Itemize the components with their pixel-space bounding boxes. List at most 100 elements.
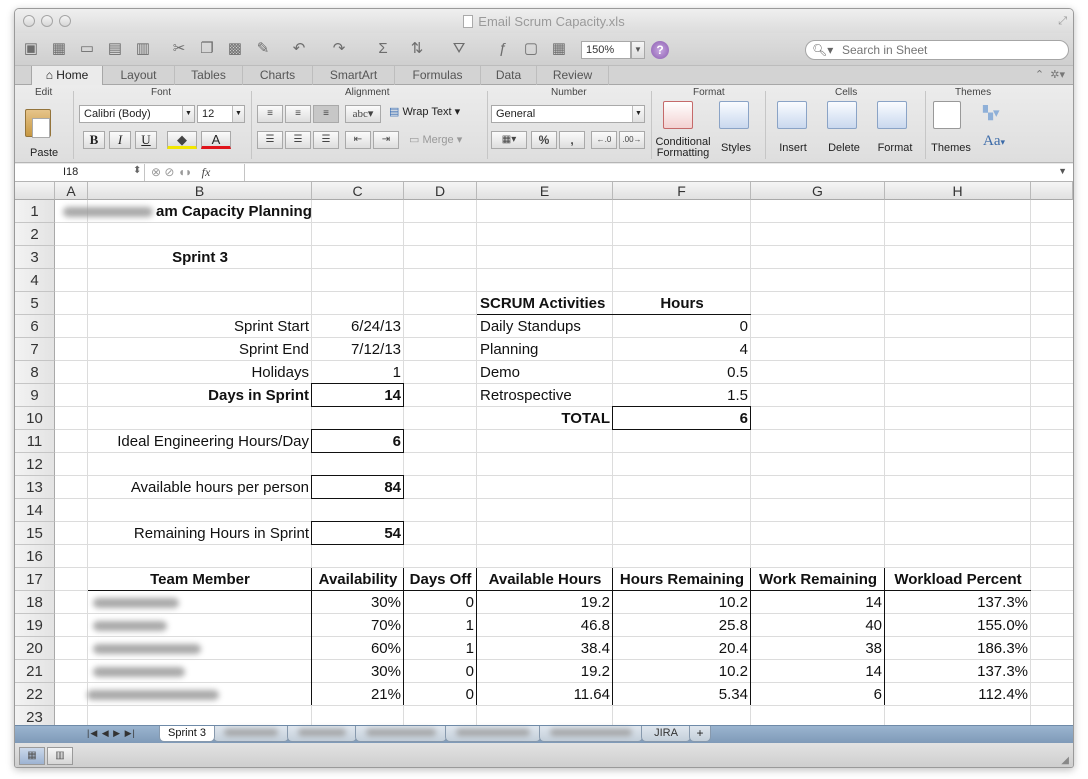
function-icon[interactable]: ƒ <box>493 39 513 59</box>
fill-color-button[interactable]: ◆ <box>167 131 197 149</box>
underline-button[interactable]: U <box>135 131 157 149</box>
tab-review[interactable]: Review <box>537 66 609 85</box>
conditional-formatting-button[interactable]: Conditional Formatting <box>653 137 713 159</box>
workload-percent-cell[interactable]: 137.3% <box>885 660 1031 683</box>
sheet-nav-buttons[interactable]: |◀ ◀ ▶ ▶| <box>87 728 136 739</box>
activity-hours[interactable]: 0.5 <box>613 361 751 384</box>
bold-button[interactable]: B <box>83 131 105 149</box>
name-box-stepper-icon[interactable]: ⬍ <box>133 165 141 176</box>
hours-remaining-cell[interactable]: 25.8 <box>613 614 751 637</box>
number-format-select[interactable]: General ▼ <box>491 105 645 123</box>
row-header[interactable]: 2 <box>15 223 55 246</box>
tab-home[interactable]: ⌂ Home <box>31 66 103 85</box>
available-hours-cell[interactable]: 46.8 <box>477 614 613 637</box>
column-header-b[interactable]: B <box>88 182 312 200</box>
sheet-tab[interactable] <box>445 726 541 742</box>
font-name-select[interactable]: Calibri (Body) ▼ <box>79 105 195 123</box>
font-color-button[interactable]: A <box>201 131 231 149</box>
column-header-a[interactable]: A <box>55 182 88 200</box>
row-header[interactable]: 5 <box>15 292 55 315</box>
available-hours-cell[interactable]: 19.2 <box>477 591 613 614</box>
available-hours-value[interactable]: 84 <box>312 476 404 499</box>
row-header[interactable]: 8 <box>15 361 55 384</box>
tab-smartart[interactable]: SmartArt <box>313 66 395 85</box>
availability-cell[interactable]: 30% <box>312 660 404 683</box>
templates-icon[interactable]: ▦ <box>49 39 69 59</box>
redo-icon[interactable]: ↷ <box>329 39 349 59</box>
align-left-button[interactable]: ☰ <box>257 131 283 149</box>
comma-style-button[interactable]: , <box>559 131 585 149</box>
cut-icon[interactable]: ✂ <box>169 39 189 59</box>
row-header[interactable]: 3 <box>15 246 55 269</box>
format-cells-icon[interactable] <box>877 101 907 129</box>
themes-button[interactable]: Themes <box>929 143 973 154</box>
availability-cell[interactable]: 30% <box>312 591 404 614</box>
delete-cells-icon[interactable] <box>827 101 857 129</box>
print-icon[interactable]: ▥ <box>133 39 153 59</box>
row-header[interactable]: 4 <box>15 269 55 292</box>
accounting-format-button[interactable]: ▦▾ <box>491 131 527 149</box>
formula-toggle-icon[interactable]: ◖◗ <box>178 165 193 179</box>
row-header[interactable]: 15 <box>15 522 55 545</box>
row-header[interactable]: 21 <box>15 660 55 683</box>
open-folder-icon[interactable]: ▭ <box>77 39 97 59</box>
row-header[interactable]: 19 <box>15 614 55 637</box>
merge-button[interactable]: ▭ Merge ▾ <box>409 133 462 146</box>
styles-button[interactable]: Styles <box>715 143 757 154</box>
cancel-formula-icon[interactable]: ⊗ <box>151 165 161 179</box>
row-header[interactable]: 9 <box>15 384 55 407</box>
search-sheet-box[interactable]: 🔍︎▾ <box>805 40 1069 60</box>
available-hours-cell[interactable]: 19.2 <box>477 660 613 683</box>
activity-hours[interactable]: 4 <box>613 338 751 361</box>
align-bottom-button[interactable]: ≡ <box>313 105 339 123</box>
work-remaining-cell[interactable]: 40 <box>751 614 885 637</box>
add-sheet-button[interactable]: + <box>689 726 711 742</box>
work-remaining-cell[interactable]: 6 <box>751 683 885 706</box>
row-header[interactable]: 6 <box>15 315 55 338</box>
row-header[interactable]: 18 <box>15 591 55 614</box>
expand-formula-bar-icon[interactable]: ▼ <box>1058 166 1067 176</box>
workload-percent-cell[interactable]: 137.3% <box>885 591 1031 614</box>
paste-icon[interactable]: ▩ <box>225 39 245 59</box>
sheet-tab[interactable] <box>355 726 447 742</box>
styles-icon[interactable] <box>719 101 749 129</box>
themes-icon[interactable] <box>933 101 961 129</box>
row-header[interactable]: 17 <box>15 568 55 591</box>
activity-hours[interactable]: 0 <box>613 315 751 338</box>
days-off-cell[interactable]: 0 <box>404 660 477 683</box>
insert-button[interactable]: Insert <box>771 143 815 154</box>
work-remaining-cell[interactable]: 38 <box>751 637 885 660</box>
decrease-indent-button[interactable]: ⇤ <box>345 131 371 149</box>
align-middle-button[interactable]: ≡ <box>285 105 311 123</box>
tab-data[interactable]: Data <box>481 66 537 85</box>
align-center-button[interactable]: ☰ <box>285 131 311 149</box>
theme-fonts-button[interactable]: Aa▾ <box>983 133 1005 150</box>
normal-view-button[interactable]: ▦ <box>19 747 45 765</box>
collapse-ribbon-icon[interactable]: ⌃ <box>1035 69 1044 81</box>
row-header[interactable]: 20 <box>15 637 55 660</box>
row-header[interactable]: 23 <box>15 706 55 725</box>
row-header[interactable]: 1 <box>15 200 55 223</box>
row-header[interactable]: 14 <box>15 499 55 522</box>
save-icon[interactable]: ▤ <box>105 39 125 59</box>
availability-cell[interactable]: 60% <box>312 637 404 660</box>
confirm-formula-icon[interactable]: ⊘ <box>164 165 174 179</box>
gear-icon[interactable]: ✲▾ <box>1050 69 1065 81</box>
align-right-button[interactable]: ☰ <box>313 131 339 149</box>
column-header-c[interactable]: C <box>312 182 404 200</box>
sheet-tab-jira[interactable]: JIRA <box>641 726 691 742</box>
resize-grip-icon[interactable]: ◢ <box>1061 755 1069 766</box>
column-header-h[interactable]: H <box>885 182 1031 200</box>
tab-layout[interactable]: Layout <box>103 66 175 85</box>
filter-icon[interactable]: ⛛ <box>449 39 469 59</box>
percent-style-button[interactable]: % <box>531 131 557 149</box>
sprint-end-value[interactable]: 7/12/13 <box>312 338 404 361</box>
copy-icon[interactable]: ❐ <box>197 39 217 59</box>
delete-button[interactable]: Delete <box>821 143 867 154</box>
column-header-g[interactable]: G <box>751 182 885 200</box>
spreadsheet-grid[interactable]: A B C D E F G H 1 2 3 4 5 6 7 8 9 10 11 … <box>15 182 1073 725</box>
search-input[interactable] <box>842 43 1042 57</box>
row-header[interactable]: 22 <box>15 683 55 706</box>
fx-icon[interactable]: fx <box>202 165 211 179</box>
align-top-button[interactable]: ≡ <box>257 105 283 123</box>
